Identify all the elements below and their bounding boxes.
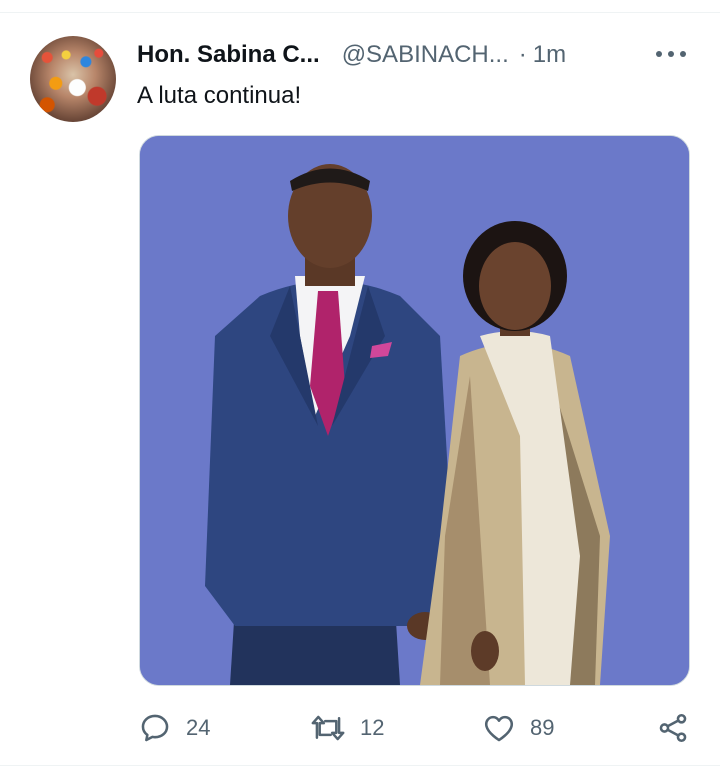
heart-icon	[484, 715, 514, 742]
reply-button[interactable]: 24	[138, 706, 210, 750]
like-count: 89	[530, 715, 555, 740]
more-options-icon[interactable]	[656, 42, 686, 66]
avatar-image	[30, 36, 116, 122]
share-icon	[659, 713, 687, 743]
more-dot	[668, 51, 674, 57]
media-illustration	[140, 136, 689, 685]
separator-dot: ·	[518, 41, 527, 68]
author-name[interactable]: Hon. Sabina C...	[137, 41, 320, 69]
retweet-count: 12	[360, 715, 385, 740]
reply-count: 24	[186, 715, 211, 740]
like-button[interactable]: 89	[482, 706, 554, 750]
tweet-card[interactable]: Hon. Sabina C... @SABINACH... · 1m A lut…	[0, 0, 720, 775]
more-dot	[680, 51, 686, 57]
tweet-media-image[interactable]	[139, 135, 690, 686]
more-dot	[656, 51, 662, 57]
top-divider	[0, 12, 720, 13]
tweet-text: A luta continua!	[137, 82, 302, 109]
retweet-icon	[311, 715, 345, 741]
comment-icon	[141, 714, 169, 742]
tweet-actions: 24 12 89	[0, 706, 720, 750]
avatar[interactable]	[30, 36, 116, 122]
tweet-header: Hon. Sabina C... @SABINACH... · 1m	[137, 38, 566, 72]
bottom-divider	[0, 765, 720, 766]
retweet-button[interactable]: 12	[310, 706, 384, 750]
share-button[interactable]	[656, 706, 690, 750]
tweet-timestamp[interactable]: 1m	[533, 41, 566, 69]
author-handle[interactable]: @SABINACH...	[342, 41, 509, 69]
